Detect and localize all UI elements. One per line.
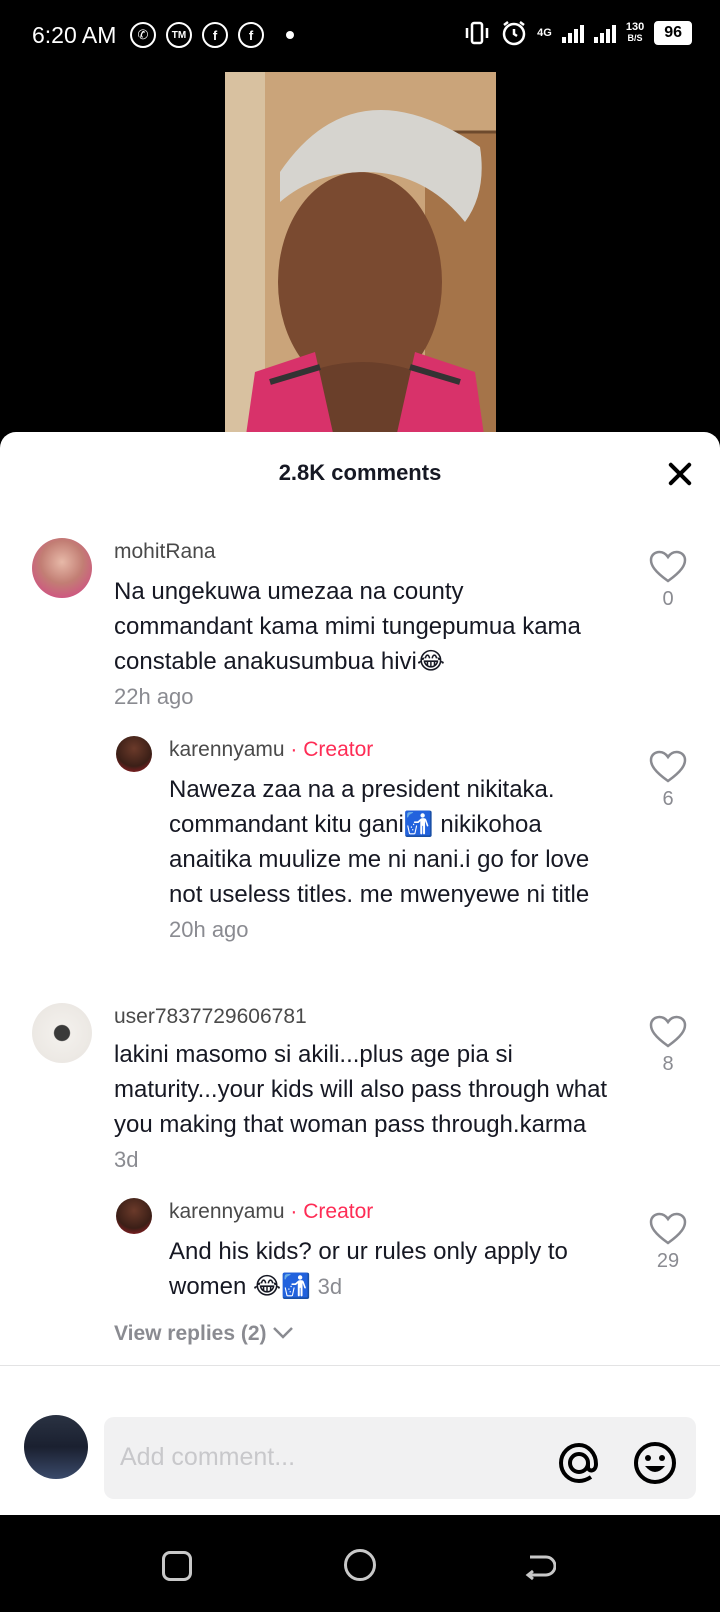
comment-timestamp: 20h ago [169, 917, 249, 942]
whatsapp-icon: ✆ [130, 22, 156, 48]
heart-icon [649, 1212, 687, 1245]
comment-username[interactable]: user7837729606781 [114, 1005, 307, 1029]
home-icon[interactable] [344, 1549, 376, 1581]
close-icon[interactable] [666, 460, 694, 488]
like-count: 29 [656, 1250, 680, 1272]
like-count: 8 [662, 1053, 674, 1075]
video-thumbnail[interactable] [225, 72, 496, 442]
comments-count-title: 2.8K comments [278, 460, 442, 485]
creator-badge: · Creator [290, 738, 374, 761]
facebook-icon: f [202, 22, 228, 48]
add-comment-input[interactable]: Add comment... [104, 1417, 696, 1499]
input-placeholder: Add comment... [120, 1443, 296, 1471]
comment-username[interactable]: karennyamu [169, 738, 285, 761]
like-button[interactable]: 0 [643, 550, 693, 611]
comment-text: Naweza zaa na a president nikitaka. comm… [169, 776, 590, 942]
at-icon[interactable] [556, 1440, 602, 1486]
avatar[interactable] [116, 736, 152, 772]
facebook-icon: f [238, 22, 264, 48]
comment-text: And his kids? or ur rules only apply to … [169, 1238, 568, 1300]
like-button[interactable]: 8 [643, 1015, 693, 1076]
vibrate-icon [465, 21, 489, 45]
comments-sheet: 2.8K comments mohitRana Na ungekuwa umez… [0, 432, 720, 1515]
comment-text: Na ungekuwa umezaa na county commandant … [114, 578, 581, 675]
back-icon[interactable] [522, 1549, 556, 1583]
battery-icon: 96 [654, 21, 692, 45]
avatar[interactable] [32, 538, 92, 598]
chevron-down-icon [273, 1327, 294, 1339]
comment-item: user7837729606781 lakini masomo si akili… [0, 997, 720, 1187]
status-bar: 6:20 AM ✆ TM f f 4G 130 B/S 96 [0, 0, 720, 72]
avatar[interactable] [32, 1003, 92, 1063]
sheet-header: 2.8K comments [0, 432, 720, 512]
reply-username-row: karennyamu · Creator [169, 1200, 373, 1224]
heart-icon [649, 1015, 687, 1048]
view-replies-link[interactable]: View replies (2) [114, 1322, 294, 1346]
notification-icons: ✆ TM f f [130, 22, 294, 48]
comment-username[interactable]: karennyamu [169, 1200, 285, 1223]
comment-timestamp: 3d [317, 1274, 343, 1299]
reply-username-row: karennyamu · Creator [169, 738, 373, 762]
divider [0, 1365, 720, 1366]
comment-timestamp: 22h ago [114, 684, 194, 709]
clock: 6:20 AM [32, 22, 117, 48]
comment-item: mohitRana Na ungekuwa umezaa na county c… [0, 532, 720, 722]
tm-icon: TM [166, 22, 192, 48]
like-button[interactable]: 6 [643, 750, 693, 811]
network-type: 4G [537, 26, 552, 39]
comment-username[interactable]: mohitRana [114, 540, 216, 564]
alarm-icon [502, 21, 526, 46]
like-count: 0 [662, 588, 674, 610]
navigation-bar [0, 1515, 720, 1612]
comment-text: lakini masomo si akili...plus age pia si… [114, 1041, 608, 1172]
more-notifications-dot [286, 31, 294, 39]
heart-icon [649, 750, 687, 783]
recents-icon[interactable] [162, 1551, 192, 1581]
signal-icon [561, 23, 584, 43]
avatar[interactable] [24, 1415, 88, 1479]
network-speed: 130 B/S [625, 21, 645, 44]
video-image [225, 72, 496, 442]
emoji-icon[interactable] [632, 1440, 678, 1486]
like-button[interactable]: 29 [643, 1212, 693, 1273]
avatar[interactable] [116, 1198, 152, 1234]
creator-badge: · Creator [290, 1200, 374, 1223]
signal-icon [593, 23, 616, 43]
heart-icon [649, 550, 687, 583]
like-count: 6 [662, 788, 674, 810]
reply-item: karennyamu · Creator And his kids? or ur… [0, 1194, 720, 1314]
comment-timestamp: 3d [114, 1147, 139, 1172]
system-icons: 4G 130 B/S 96 [463, 20, 692, 46]
video-preview-area [0, 72, 720, 442]
reply-item: karennyamu · Creator Naweza zaa na a pre… [0, 732, 720, 992]
